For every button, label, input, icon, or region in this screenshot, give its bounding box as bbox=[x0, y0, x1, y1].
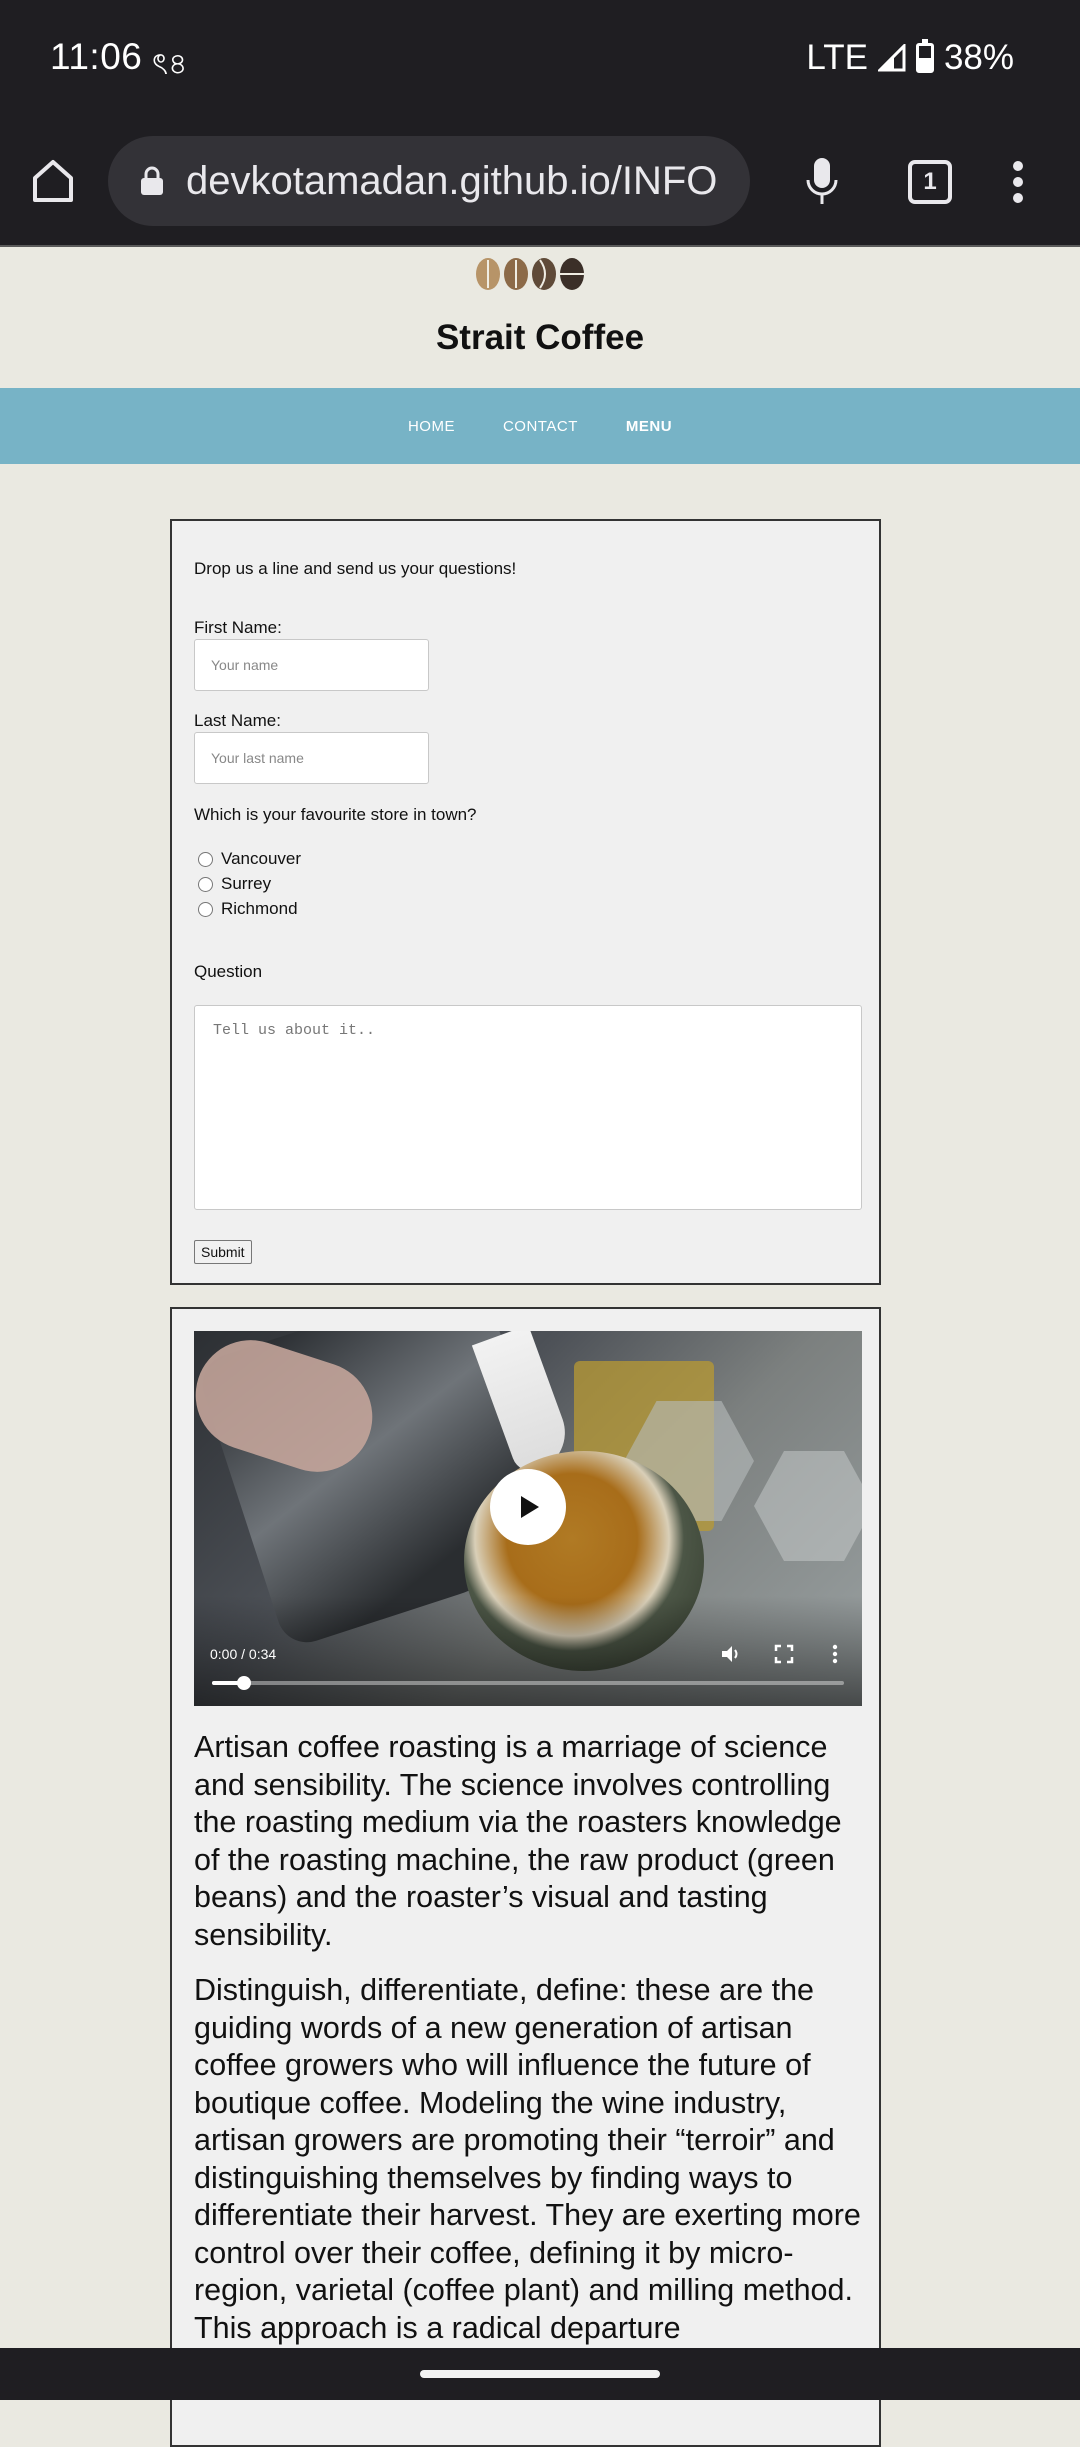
store-question: Which is your favourite store in town? bbox=[194, 805, 477, 824]
signal-icon bbox=[877, 44, 906, 72]
coffee-beans-logo bbox=[476, 258, 584, 290]
question-textarea[interactable] bbox=[194, 1005, 862, 1210]
article-paragraph-1: Artisan coffee roasting is a marriage of… bbox=[194, 1730, 842, 1952]
video-more-icon[interactable] bbox=[824, 1643, 846, 1665]
video-controls-shade bbox=[194, 1596, 862, 1706]
status-time: 11:06 bbox=[50, 36, 143, 77]
video-article-card: 0:00 / 0:34 Artisan coffee roasting is a… bbox=[170, 1307, 881, 2447]
form-intro: Drop us a line and send us your question… bbox=[194, 559, 517, 578]
volume-icon[interactable] bbox=[720, 1643, 742, 1665]
radio-option-surrey[interactable]: Surrey bbox=[198, 874, 271, 894]
status-bar: 11:06 ৎ৪ LTE 38% bbox=[0, 0, 1080, 120]
radio-label: Vancouver bbox=[221, 849, 302, 868]
video-progress-knob[interactable] bbox=[236, 1676, 251, 1690]
browser-toolbar: devkotamadan.github.io/INFO 1 bbox=[0, 120, 1080, 247]
first-name-input[interactable] bbox=[194, 639, 429, 691]
home-gesture-handle[interactable] bbox=[420, 2370, 660, 2378]
nav-home[interactable]: HOME bbox=[408, 418, 455, 435]
tab-switcher-button[interactable]: 1 bbox=[908, 160, 952, 204]
radio-vancouver[interactable] bbox=[198, 851, 213, 867]
question-label: Question bbox=[194, 962, 263, 981]
network-type: LTE bbox=[806, 38, 868, 77]
nav-menu[interactable]: MENU bbox=[626, 418, 672, 435]
radio-surrey[interactable] bbox=[198, 876, 213, 892]
radio-label: Richmond bbox=[221, 899, 298, 918]
lock-icon bbox=[141, 166, 163, 195]
article-paragraph-2: Distinguish, differentiate, define: thes… bbox=[194, 1973, 861, 2345]
home-icon[interactable] bbox=[28, 156, 78, 206]
status-notification-icon: ৎ৪ bbox=[152, 48, 188, 81]
radio-richmond[interactable] bbox=[198, 901, 213, 917]
microphone-icon[interactable] bbox=[800, 154, 844, 210]
status-right: LTE 38% bbox=[806, 38, 1014, 78]
fullscreen-icon[interactable] bbox=[773, 1643, 795, 1665]
site-title: Strait Coffee bbox=[435, 318, 645, 357]
more-options-icon[interactable] bbox=[1004, 154, 1032, 210]
video-progress-bar[interactable] bbox=[212, 1676, 844, 1690]
radio-option-richmond[interactable]: Richmond bbox=[198, 899, 298, 919]
submit-button[interactable]: Submit bbox=[194, 1240, 252, 1264]
battery-icon bbox=[915, 39, 934, 73]
last-name-label: Last Name: bbox=[194, 711, 281, 730]
radio-label: Surrey bbox=[221, 874, 272, 893]
first-name-label: First Name: bbox=[194, 618, 282, 637]
radio-option-vancouver[interactable]: Vancouver bbox=[198, 849, 301, 869]
url-text: devkotamadan.github.io/INFO bbox=[186, 158, 718, 203]
video-frame-hexagon bbox=[754, 1451, 862, 1561]
video-player[interactable]: 0:00 / 0:34 bbox=[194, 1331, 862, 1706]
nav-contact[interactable]: CONTACT bbox=[503, 418, 578, 435]
play-icon bbox=[521, 1496, 539, 1518]
system-navigation-bar bbox=[0, 2348, 1080, 2400]
main-nav: HOME CONTACT MENU bbox=[0, 388, 1080, 464]
video-time: 0:00 / 0:34 bbox=[210, 1646, 277, 1662]
address-bar[interactable]: devkotamadan.github.io/INFO bbox=[108, 136, 750, 226]
play-button[interactable] bbox=[490, 1469, 566, 1545]
battery-percent: 38% bbox=[943, 38, 1014, 77]
contact-form: Drop us a line and send us your question… bbox=[170, 519, 881, 1285]
last-name-input[interactable] bbox=[194, 732, 429, 784]
